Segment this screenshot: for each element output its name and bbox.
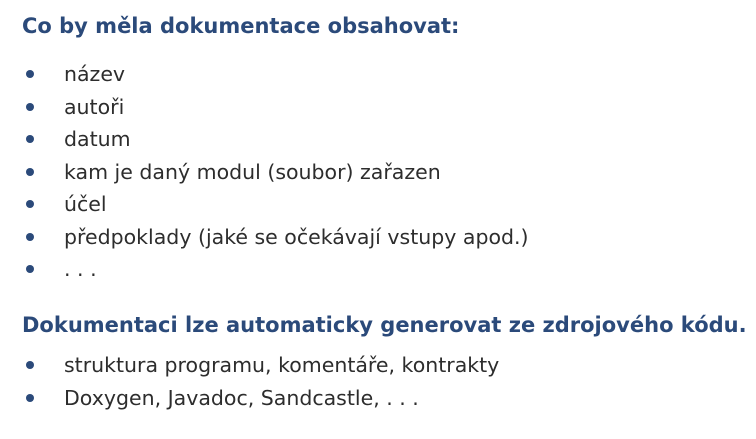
list-item-text: účel (64, 192, 107, 216)
list-item-text: Doxygen, Javadoc, Sandcastle, . . . (64, 385, 419, 410)
bullet-icon (26, 265, 34, 273)
bullet-icon (26, 200, 34, 208)
list-item-text: kam je daný modul (soubor) zařazen (64, 159, 441, 184)
bullet-icon (26, 70, 34, 78)
bullet-icon (26, 232, 34, 241)
bullet-icon (26, 393, 34, 402)
bullet-icon (26, 102, 34, 111)
list-item-text: struktura programu, komentáře, kontrakty (64, 353, 500, 377)
bullet-icon (26, 135, 34, 143)
list-item-text: datum (64, 127, 131, 151)
slide: Co by měla dokumentace obsahovat: název … (0, 0, 756, 439)
bullet-icon (26, 167, 34, 176)
list-item-text: . . . (64, 257, 97, 281)
list-item-text: autoři (64, 94, 125, 119)
list-item-text: název (64, 62, 126, 86)
section-heading-generation: Dokumentaci lze automaticky generovat ze… (22, 313, 747, 337)
list-item-text: předpoklady (jaké se očekávají vstupy ap… (64, 224, 529, 249)
section-heading-contents: Co by měla dokumentace obsahovat: (22, 14, 460, 38)
bullet-icon (26, 361, 34, 369)
